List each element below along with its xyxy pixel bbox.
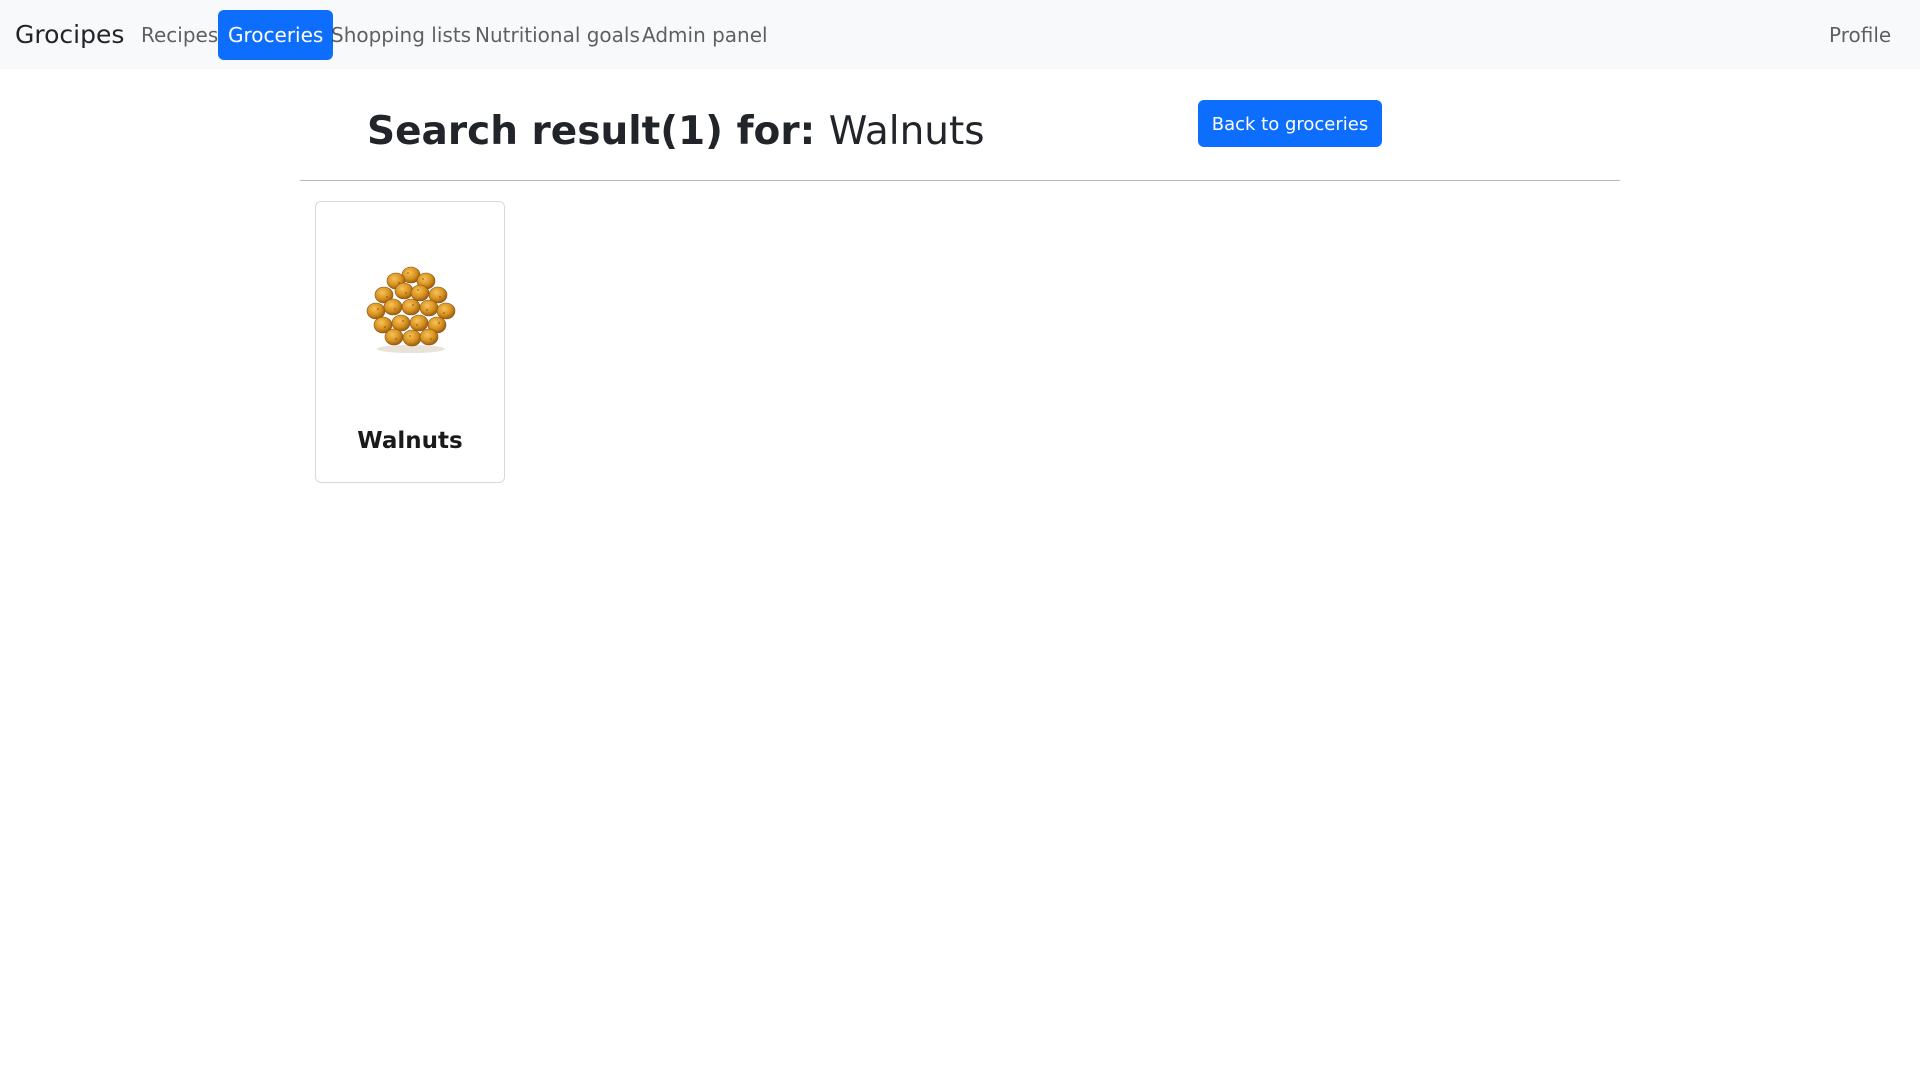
search-result-label: Search result(1) for: [367, 109, 816, 154]
brand-logo-link[interactable]: Grocipes [15, 17, 124, 53]
nav-item-nutritional-goals[interactable]: Nutritional goals [465, 10, 650, 60]
back-to-groceries-button[interactable]: Back to groceries [1198, 100, 1382, 147]
grocery-card[interactable]: Walnuts [315, 201, 505, 483]
nav-item-groceries[interactable]: Groceries [218, 10, 334, 60]
page-title: Search result(1) for: Walnuts [367, 100, 985, 164]
top-navbar: Grocipes Recipes Groceries Shopping list… [0, 0, 1920, 69]
header-divider [300, 180, 1620, 181]
nav-item-shopping-lists[interactable]: Shopping lists [321, 10, 481, 60]
walnut-pile-image [366, 266, 456, 353]
grocery-card-title: Walnuts [357, 428, 463, 454]
nav-item-admin-panel[interactable]: Admin panel [632, 10, 778, 60]
nav-item-recipes[interactable]: Recipes [131, 10, 228, 60]
nav-item-profile[interactable]: Profile [1819, 10, 1901, 60]
search-query: Walnuts [828, 109, 985, 154]
